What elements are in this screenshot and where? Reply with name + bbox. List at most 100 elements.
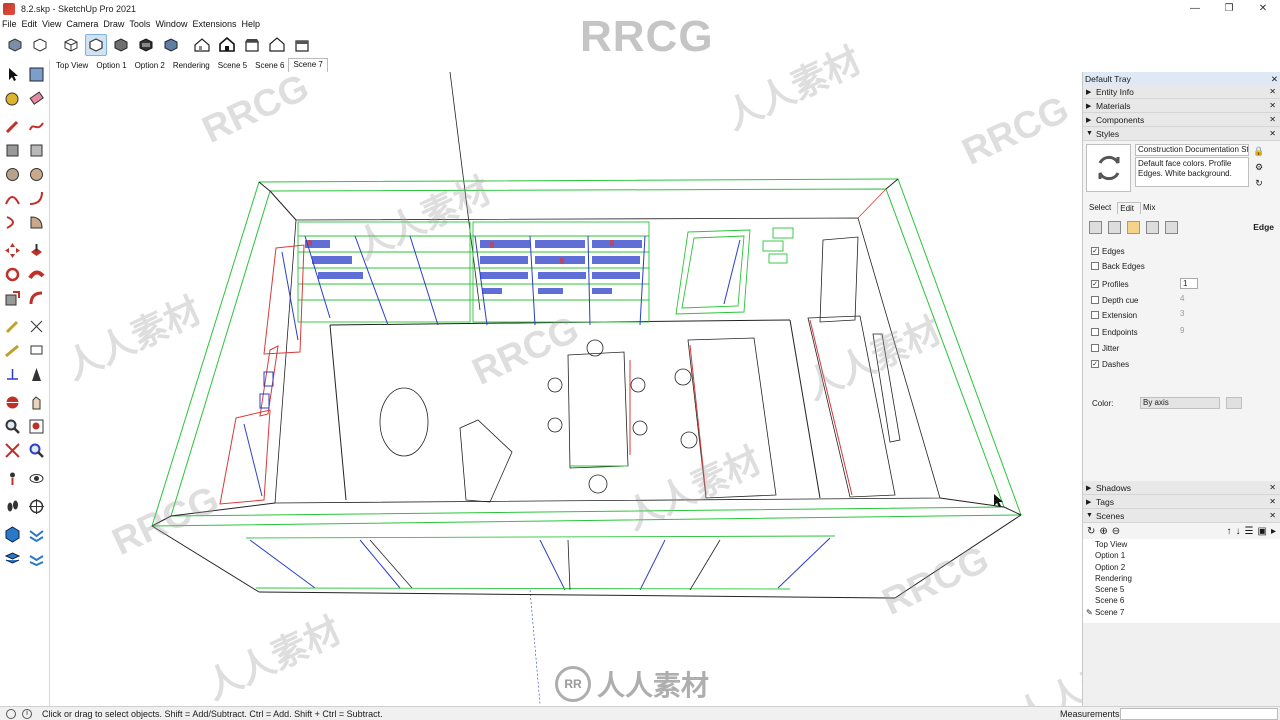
look-around-icon[interactable] [26, 468, 46, 488]
panel-close-icon[interactable]: ✕ [1269, 483, 1276, 492]
modeling-viewport[interactable] [51, 72, 1082, 704]
outliner-icon[interactable] [2, 524, 22, 544]
tape-measure-icon[interactable] [2, 316, 22, 336]
move-scene-up-icon[interactable]: ↑ [1227, 526, 1232, 537]
scene-tab-option-2[interactable]: Option 2 [131, 60, 169, 72]
scene-tab-option-1[interactable]: Option 1 [92, 60, 130, 72]
tab-edit[interactable]: Edit [1117, 202, 1142, 214]
wireframe-icon[interactable] [85, 34, 107, 56]
endpoints-value[interactable]: 9 [1180, 326, 1184, 335]
shaded-icon[interactable] [110, 34, 132, 56]
scene-list-item[interactable]: Scene 6 [1083, 595, 1280, 606]
text-icon[interactable] [26, 340, 46, 360]
front-house-icon[interactable] [241, 34, 263, 56]
polygon-icon[interactable] [26, 164, 46, 184]
profiles-value-input[interactable]: 1 [1180, 278, 1198, 289]
lasso-select-icon[interactable] [26, 64, 46, 84]
move-scene-down-icon[interactable]: ↓ [1236, 526, 1241, 537]
menu-extensions[interactable]: Extensions [192, 19, 236, 29]
style-description-field[interactable]: Default face colors. Profile Edges. Whit… [1135, 157, 1249, 187]
scene-tab-scene-5[interactable]: Scene 5 [214, 60, 251, 72]
top-view-house-icon[interactable] [216, 34, 238, 56]
minimize-button[interactable]: — [1178, 0, 1212, 17]
face-settings-icon[interactable] [1108, 221, 1121, 234]
layers-icon[interactable] [2, 548, 22, 568]
line-pencil-icon[interactable] [2, 116, 22, 136]
warehouse-icon[interactable] [26, 548, 46, 568]
panel-close-icon[interactable]: ✕ [1269, 497, 1276, 506]
move-icon[interactable] [2, 240, 22, 260]
panel-close-icon[interactable]: ✕ [1269, 115, 1276, 124]
jitter-checkbox[interactable] [1091, 344, 1099, 352]
tray-close-icon[interactable]: ✕ [1271, 74, 1278, 84]
three-point-arc-icon[interactable] [2, 212, 22, 232]
zoom-extents-icon[interactable] [2, 440, 22, 460]
scene-tab-scene-6[interactable]: Scene 6 [251, 60, 288, 72]
option-endpoints[interactable]: Endpoints [1091, 326, 1138, 338]
panel-shadows[interactable]: ▶ Shadows ✕ [1083, 481, 1280, 495]
menu-help[interactable]: Help [241, 19, 260, 29]
scene-list-item[interactable]: Rendering [1083, 573, 1280, 584]
tab-mix[interactable]: Mix [1141, 202, 1161, 214]
option-extension[interactable]: Extension [1091, 309, 1137, 321]
iso-house-icon[interactable] [191, 34, 213, 56]
hidden-line-icon[interactable] [29, 34, 51, 56]
panel-scenes[interactable]: ▼ Scenes ✕ [1083, 509, 1280, 523]
scene-tab-top-view[interactable]: Top View [52, 60, 92, 72]
tab-select[interactable]: Select [1087, 202, 1117, 214]
xray-icon[interactable] [60, 34, 82, 56]
lock-icon[interactable]: 🔒 [1253, 145, 1265, 157]
close-button[interactable]: ✕ [1246, 0, 1280, 17]
scene-tab-scene-7[interactable]: Scene 7 [288, 58, 328, 72]
option-depth-cue[interactable]: Depth cue [1091, 294, 1138, 306]
scene-thumbnail-icon[interactable]: ▣ [1258, 526, 1267, 537]
option-profiles[interactable]: ✓ Profiles [1091, 278, 1129, 290]
option-back-edges[interactable]: Back Edges [1091, 260, 1145, 272]
update-scene-icon[interactable]: ↻ [1087, 526, 1095, 537]
color-mode-select[interactable]: By axis [1140, 397, 1220, 409]
extension-checkbox[interactable] [1091, 311, 1099, 319]
arc-icon[interactable] [2, 188, 22, 208]
rectangle-icon[interactable] [2, 140, 22, 160]
walk-icon[interactable] [2, 496, 22, 516]
scene-tab-rendering[interactable]: Rendering [169, 60, 214, 72]
scene-list-item[interactable]: Scene 5 [1083, 584, 1280, 595]
help-info-icon[interactable]: i [22, 708, 32, 719]
background-settings-icon[interactable] [1127, 221, 1140, 234]
edges-checkbox[interactable]: ✓ [1091, 247, 1099, 255]
right-house-icon[interactable] [266, 34, 288, 56]
pan-icon[interactable] [26, 392, 46, 412]
menu-file[interactable]: File [2, 19, 17, 29]
option-jitter[interactable]: Jitter [1091, 342, 1119, 354]
panel-close-icon[interactable]: ✕ [1269, 87, 1276, 96]
menu-edit[interactable]: Edit [22, 19, 38, 29]
menu-view[interactable]: View [42, 19, 61, 29]
section-plane-icon[interactable] [26, 496, 46, 516]
panel-entity-info[interactable]: ▶ Entity Info ✕ [1083, 85, 1280, 99]
sandbox-icon[interactable] [26, 524, 46, 544]
back-edges-checkbox[interactable] [1091, 262, 1099, 270]
shaded-texture-icon[interactable] [135, 34, 157, 56]
extension-value[interactable]: 3 [1180, 309, 1184, 318]
panel-styles[interactable]: ▼ Styles ✕ [1083, 127, 1280, 141]
watermark-settings-icon[interactable] [1146, 221, 1159, 234]
scene-list-item[interactable]: Option 1 [1083, 550, 1280, 561]
two-point-arc-icon[interactable] [26, 188, 46, 208]
rotate-icon[interactable] [2, 264, 22, 284]
panel-materials[interactable]: ▶ Materials ✕ [1083, 99, 1280, 113]
scene-list-item-current[interactable]: ✎ Scene 7 [1083, 607, 1280, 618]
menu-tools[interactable]: Tools [129, 19, 150, 29]
scale-icon[interactable] [2, 288, 22, 308]
zoom-icon[interactable] [2, 416, 22, 436]
menu-camera[interactable]: Camera [66, 19, 98, 29]
style-thumbnail[interactable] [1086, 144, 1131, 192]
orbit-icon[interactable] [2, 392, 22, 412]
circle-icon[interactable] [2, 164, 22, 184]
panel-close-icon[interactable]: ✕ [1269, 129, 1276, 138]
scene-list-item[interactable]: Top View [1083, 539, 1280, 550]
modeling-settings-icon[interactable] [1165, 221, 1178, 234]
panel-close-icon[interactable]: ✕ [1269, 101, 1276, 110]
style-name-field[interactable]: Construction Documentation St [1135, 144, 1249, 156]
panel-menu-icon[interactable]: ▸ [1271, 526, 1276, 537]
menu-window[interactable]: Window [155, 19, 187, 29]
